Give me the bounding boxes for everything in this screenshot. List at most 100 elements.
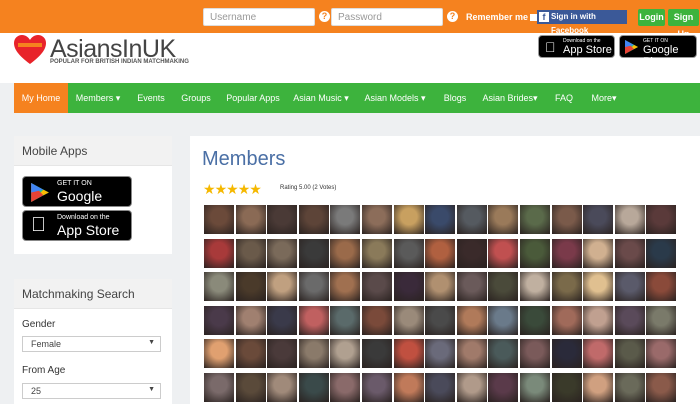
member-thumbnail[interactable]: [614, 205, 645, 234]
member-thumbnail[interactable]: [393, 339, 424, 368]
remember-me[interactable]: Remember me: [466, 12, 538, 22]
member-thumbnail[interactable]: [614, 372, 645, 402]
member-thumbnail[interactable]: [520, 339, 550, 368]
member-thumbnail[interactable]: [583, 205, 614, 234]
member-thumbnail[interactable]: [456, 205, 487, 234]
signup-button[interactable]: Sign Up: [668, 9, 699, 39]
member-thumbnail[interactable]: [551, 205, 582, 234]
member-thumbnail[interactable]: [235, 272, 266, 301]
member-thumbnail[interactable]: [204, 305, 234, 335]
member-thumbnail[interactable]: [362, 305, 392, 335]
member-thumbnail[interactable]: [267, 372, 298, 402]
member-thumbnail[interactable]: [298, 205, 329, 234]
nav-my-home[interactable]: My Home: [14, 83, 68, 113]
member-thumbnail[interactable]: [520, 305, 550, 335]
member-thumbnail[interactable]: [583, 272, 614, 301]
nav-popular-apps[interactable]: Popular Apps: [222, 83, 284, 113]
member-thumbnail[interactable]: [425, 339, 456, 368]
member-thumbnail[interactable]: [488, 272, 519, 301]
nav-groups[interactable]: Groups: [175, 83, 217, 113]
member-thumbnail[interactable]: [204, 205, 234, 234]
member-thumbnail[interactable]: [393, 205, 424, 234]
member-thumbnail[interactable]: [267, 272, 298, 301]
member-thumbnail[interactable]: [267, 205, 298, 234]
member-thumbnail[interactable]: [362, 272, 392, 301]
member-thumbnail[interactable]: [488, 372, 519, 402]
member-thumbnail[interactable]: [488, 305, 519, 335]
sidebar-google-play-button[interactable]: GET IT ON Google Play: [22, 176, 132, 220]
nav-faq[interactable]: FAQ: [547, 83, 581, 113]
member-thumbnail[interactable]: [520, 272, 550, 301]
member-thumbnail[interactable]: [267, 305, 298, 335]
password-input[interactable]: Password: [331, 8, 443, 26]
member-thumbnail[interactable]: [520, 205, 550, 234]
member-thumbnail[interactable]: [330, 238, 361, 268]
member-thumbnail[interactable]: [456, 339, 487, 368]
member-thumbnail[interactable]: [362, 339, 392, 368]
member-thumbnail[interactable]: [425, 372, 456, 402]
nav-more[interactable]: More▾: [585, 83, 623, 113]
member-thumbnail[interactable]: [488, 339, 519, 368]
member-thumbnail[interactable]: [646, 238, 677, 268]
member-thumbnail[interactable]: [551, 372, 582, 402]
member-thumbnail[interactable]: [583, 339, 614, 368]
member-thumbnail[interactable]: [204, 372, 234, 402]
member-thumbnail[interactable]: [583, 238, 614, 268]
remember-me-checkbox[interactable]: [530, 14, 538, 21]
member-thumbnail[interactable]: [330, 305, 361, 335]
member-thumbnail[interactable]: [614, 305, 645, 335]
member-thumbnail[interactable]: [646, 339, 677, 368]
app-store-button[interactable]:  Download on the App Store: [538, 35, 615, 58]
member-thumbnail[interactable]: [520, 238, 550, 268]
star-icon[interactable]: ★: [249, 181, 262, 198]
member-thumbnail[interactable]: [614, 339, 645, 368]
member-thumbnail[interactable]: [583, 372, 614, 402]
help-icon[interactable]: ?: [447, 11, 458, 22]
member-thumbnail[interactable]: [456, 272, 487, 301]
member-thumbnail[interactable]: [235, 305, 266, 335]
member-thumbnail[interactable]: [235, 372, 266, 402]
facebook-signin-button[interactable]: f Sign in with Facebook: [537, 10, 627, 35]
member-thumbnail[interactable]: [646, 272, 677, 301]
member-thumbnail[interactable]: [425, 238, 456, 268]
member-thumbnail[interactable]: [646, 372, 677, 402]
nav-asian-music[interactable]: Asian Music ▾: [289, 83, 353, 113]
rating-stars[interactable]: ★★★★★: [203, 181, 262, 199]
member-thumbnail[interactable]: [235, 238, 266, 268]
member-thumbnail[interactable]: [393, 372, 424, 402]
member-thumbnail[interactable]: [204, 339, 234, 368]
member-thumbnail[interactable]: [204, 238, 234, 268]
google-play-button[interactable]: GET IT ON Google Play: [619, 35, 697, 68]
member-thumbnail[interactable]: [456, 238, 487, 268]
member-thumbnail[interactable]: [298, 238, 329, 268]
member-thumbnail[interactable]: [488, 205, 519, 234]
member-thumbnail[interactable]: [456, 305, 487, 335]
member-thumbnail[interactable]: [362, 238, 392, 268]
member-thumbnail[interactable]: [267, 238, 298, 268]
nav-blogs[interactable]: Blogs: [438, 83, 472, 113]
member-thumbnail[interactable]: [330, 339, 361, 368]
member-thumbnail[interactable]: [551, 272, 582, 301]
member-thumbnail[interactable]: [267, 339, 298, 368]
member-thumbnail[interactable]: [551, 305, 582, 335]
username-input[interactable]: Username: [203, 8, 315, 26]
member-thumbnail[interactable]: [330, 272, 361, 301]
member-thumbnail[interactable]: [614, 272, 645, 301]
nav-members[interactable]: Members ▾: [70, 83, 126, 113]
member-thumbnail[interactable]: [393, 272, 424, 301]
member-thumbnail[interactable]: [330, 372, 361, 402]
member-thumbnail[interactable]: [393, 305, 424, 335]
member-thumbnail[interactable]: [330, 205, 361, 234]
member-thumbnail[interactable]: [551, 339, 582, 368]
member-thumbnail[interactable]: [583, 305, 614, 335]
nav-asian-brides[interactable]: Asian Brides▾: [479, 83, 541, 113]
member-thumbnail[interactable]: [646, 205, 677, 234]
member-thumbnail[interactable]: [425, 272, 456, 301]
member-thumbnail[interactable]: [646, 305, 677, 335]
member-thumbnail[interactable]: [298, 339, 329, 368]
member-thumbnail[interactable]: [393, 238, 424, 268]
member-thumbnail[interactable]: [456, 372, 487, 402]
sidebar-app-store-button[interactable]:  Download on the App Store: [22, 210, 132, 241]
gender-select[interactable]: Female ▼: [22, 336, 161, 352]
heart-logo-icon[interactable]: [14, 35, 46, 65]
